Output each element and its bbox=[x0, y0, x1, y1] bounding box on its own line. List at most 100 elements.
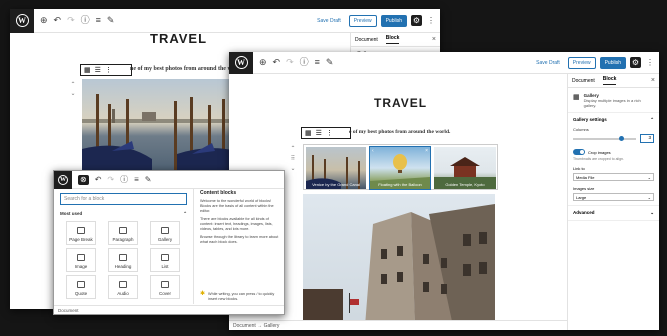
tools-icon[interactable]: ✎ bbox=[145, 175, 152, 184]
block-item-quote[interactable]: Quote bbox=[66, 275, 96, 299]
block-item-label: Page Break bbox=[69, 237, 93, 242]
settings-gear-icon[interactable]: ⚙ bbox=[630, 57, 641, 68]
venice-photo[interactable] bbox=[82, 79, 237, 174]
move-up-icon[interactable]: ⌃ bbox=[68, 81, 78, 90]
tab-document[interactable]: Document bbox=[355, 37, 378, 43]
block-toolbar: ▦ ☰ ⋮ bbox=[80, 64, 132, 76]
image-size-value: Large bbox=[576, 195, 587, 200]
gallery-icon bbox=[161, 227, 169, 234]
close-sidebar-icon[interactable]: × bbox=[432, 36, 436, 43]
block-item-gallery[interactable]: Gallery bbox=[150, 221, 180, 245]
crop-images-toggle[interactable] bbox=[573, 149, 585, 155]
intro-paragraph[interactable]: e of my best photos from around the worl… bbox=[349, 129, 450, 135]
add-block-icon[interactable]: ⊗ bbox=[78, 174, 89, 185]
move-left-icon[interactable]: ‹ bbox=[372, 148, 374, 154]
gallery-icon[interactable]: ▦ bbox=[84, 66, 91, 74]
tab-block[interactable]: Block bbox=[385, 35, 400, 44]
redo-icon[interactable]: ↷ bbox=[286, 58, 294, 67]
navigation-icon[interactable]: ≡ bbox=[96, 16, 101, 25]
block-item-page-break[interactable]: Page Break bbox=[66, 221, 96, 245]
wordpress-logo[interactable]: W bbox=[54, 171, 72, 189]
block-item-cover[interactable]: Cover bbox=[150, 275, 180, 299]
page-title[interactable]: TRAVEL bbox=[150, 31, 207, 46]
publish-button[interactable]: Publish bbox=[380, 14, 407, 27]
change-alignment-icon[interactable]: ☰ bbox=[316, 129, 322, 137]
move-down-icon[interactable]: ⌄ bbox=[289, 164, 297, 174]
add-block-icon[interactable]: ⊕ bbox=[40, 16, 48, 25]
publish-button[interactable]: Publish bbox=[599, 56, 626, 69]
undo-icon[interactable]: ↶ bbox=[273, 58, 281, 67]
block-item-image[interactable]: Image bbox=[66, 248, 96, 272]
top-toolbar: W ⊕ ↶ ↷ ⓘ ≡ ✎ Save Draft Preview Publish… bbox=[10, 9, 440, 33]
gallery-image-temple[interactable]: Golden Temple, Kyoto bbox=[434, 147, 496, 189]
tab-block[interactable]: Block bbox=[602, 76, 617, 85]
block-mover: ⌃ ⌄ bbox=[68, 81, 78, 101]
gallery-image-balloon[interactable]: ‹ × Floating with the Balloon bbox=[369, 146, 431, 190]
lightbulb-icon: ✱ bbox=[200, 291, 206, 297]
tools-icon[interactable]: ✎ bbox=[107, 16, 115, 25]
block-item-heading[interactable]: Heading bbox=[108, 248, 138, 272]
move-up-icon[interactable]: ⌃ bbox=[289, 144, 297, 154]
info-icon[interactable]: ⓘ bbox=[300, 58, 309, 67]
image-size-select[interactable]: Large ⌄ bbox=[573, 193, 654, 201]
columns-slider-thumb[interactable] bbox=[619, 135, 624, 141]
block-breadcrumb[interactable]: Document → Gallery bbox=[229, 320, 567, 330]
undo-icon[interactable]: ↶ bbox=[95, 175, 102, 184]
gallery-settings-title[interactable]: Gallery settings bbox=[573, 117, 607, 123]
block-more-icon[interactable]: ⋮ bbox=[326, 129, 333, 137]
most-used-heading[interactable]: Most used bbox=[60, 211, 82, 217]
intro-paragraph[interactable]: ne of my best photos from around the wor… bbox=[130, 66, 244, 72]
block-search-input[interactable]: Search for a block bbox=[60, 193, 187, 205]
save-draft-button[interactable]: Save Draft bbox=[317, 18, 341, 24]
drag-handle-icon[interactable]: ⠿ bbox=[289, 154, 297, 164]
gallery-caption[interactable]: Floating with the Balloon bbox=[370, 182, 430, 187]
wordpress-logo[interactable]: W bbox=[10, 9, 34, 33]
block-item-list[interactable]: List bbox=[150, 248, 180, 272]
image-icon bbox=[77, 254, 85, 261]
navigation-icon[interactable]: ≡ bbox=[134, 175, 139, 184]
page-title[interactable]: TRAVEL bbox=[374, 96, 427, 110]
block-item-label: Paragraph bbox=[112, 237, 134, 242]
collapse-chevron-icon[interactable]: ⌃ bbox=[650, 117, 654, 123]
more-options-icon[interactable]: ⋮ bbox=[646, 58, 654, 67]
block-card-description: Display multiple images in a rich galler… bbox=[583, 98, 641, 108]
info-icon[interactable]: ⓘ bbox=[81, 16, 90, 25]
navigation-icon[interactable]: ≡ bbox=[315, 58, 320, 67]
change-alignment-icon[interactable]: ☰ bbox=[95, 66, 101, 74]
more-options-icon[interactable]: ⋮ bbox=[427, 16, 435, 25]
gallery-caption[interactable]: Venice by the Grand Canal bbox=[306, 182, 366, 187]
top-toolbar: W ⊗ ↶ ↷ ⓘ ≡ ✎ bbox=[54, 171, 284, 189]
wordpress-logo[interactable]: W bbox=[229, 52, 253, 74]
gallery-image-venice[interactable]: Venice by the Grand Canal bbox=[306, 147, 366, 189]
columns-value-input[interactable]: 3 bbox=[640, 134, 654, 143]
redo-icon[interactable]: ↷ bbox=[107, 175, 114, 184]
add-block-icon[interactable]: ⊕ bbox=[259, 58, 267, 67]
help-panel-title: Content blocks bbox=[200, 190, 237, 196]
columns-slider[interactable] bbox=[573, 135, 636, 141]
chevron-down-icon[interactable]: ⌄ bbox=[650, 210, 654, 216]
tab-document[interactable]: Document bbox=[572, 78, 595, 84]
move-down-icon[interactable]: ⌄ bbox=[68, 90, 78, 99]
block-breadcrumb[interactable]: Document bbox=[54, 305, 284, 314]
block-item-label: Gallery bbox=[157, 237, 173, 242]
remove-image-icon[interactable]: × bbox=[425, 148, 428, 154]
advanced-panel-toggle[interactable]: Advanced bbox=[573, 210, 595, 216]
preview-button[interactable]: Preview bbox=[567, 56, 596, 69]
info-icon[interactable]: ⓘ bbox=[120, 175, 128, 184]
block-item-paragraph[interactable]: Paragraph bbox=[108, 221, 138, 245]
tools-icon[interactable]: ✎ bbox=[326, 58, 334, 67]
preview-button[interactable]: Preview bbox=[348, 14, 377, 27]
undo-icon[interactable]: ↶ bbox=[54, 16, 62, 25]
block-more-icon[interactable]: ⋮ bbox=[105, 66, 112, 74]
close-sidebar-icon[interactable]: × bbox=[651, 77, 655, 84]
settings-gear-icon[interactable]: ⚙ bbox=[411, 15, 422, 26]
gallery-caption[interactable]: Golden Temple, Kyoto bbox=[434, 182, 496, 187]
building-photo[interactable] bbox=[303, 194, 495, 326]
block-item-audio[interactable]: Audio bbox=[108, 275, 138, 299]
chevron-down-icon: ⌄ bbox=[647, 175, 651, 180]
gallery-icon[interactable]: ▦ bbox=[305, 129, 312, 137]
link-to-select[interactable]: Media File ⌄ bbox=[573, 173, 654, 181]
collapse-chevron-icon[interactable]: ⌃ bbox=[183, 211, 187, 217]
redo-icon[interactable]: ↷ bbox=[67, 16, 75, 25]
save-draft-button[interactable]: Save Draft bbox=[536, 60, 560, 66]
